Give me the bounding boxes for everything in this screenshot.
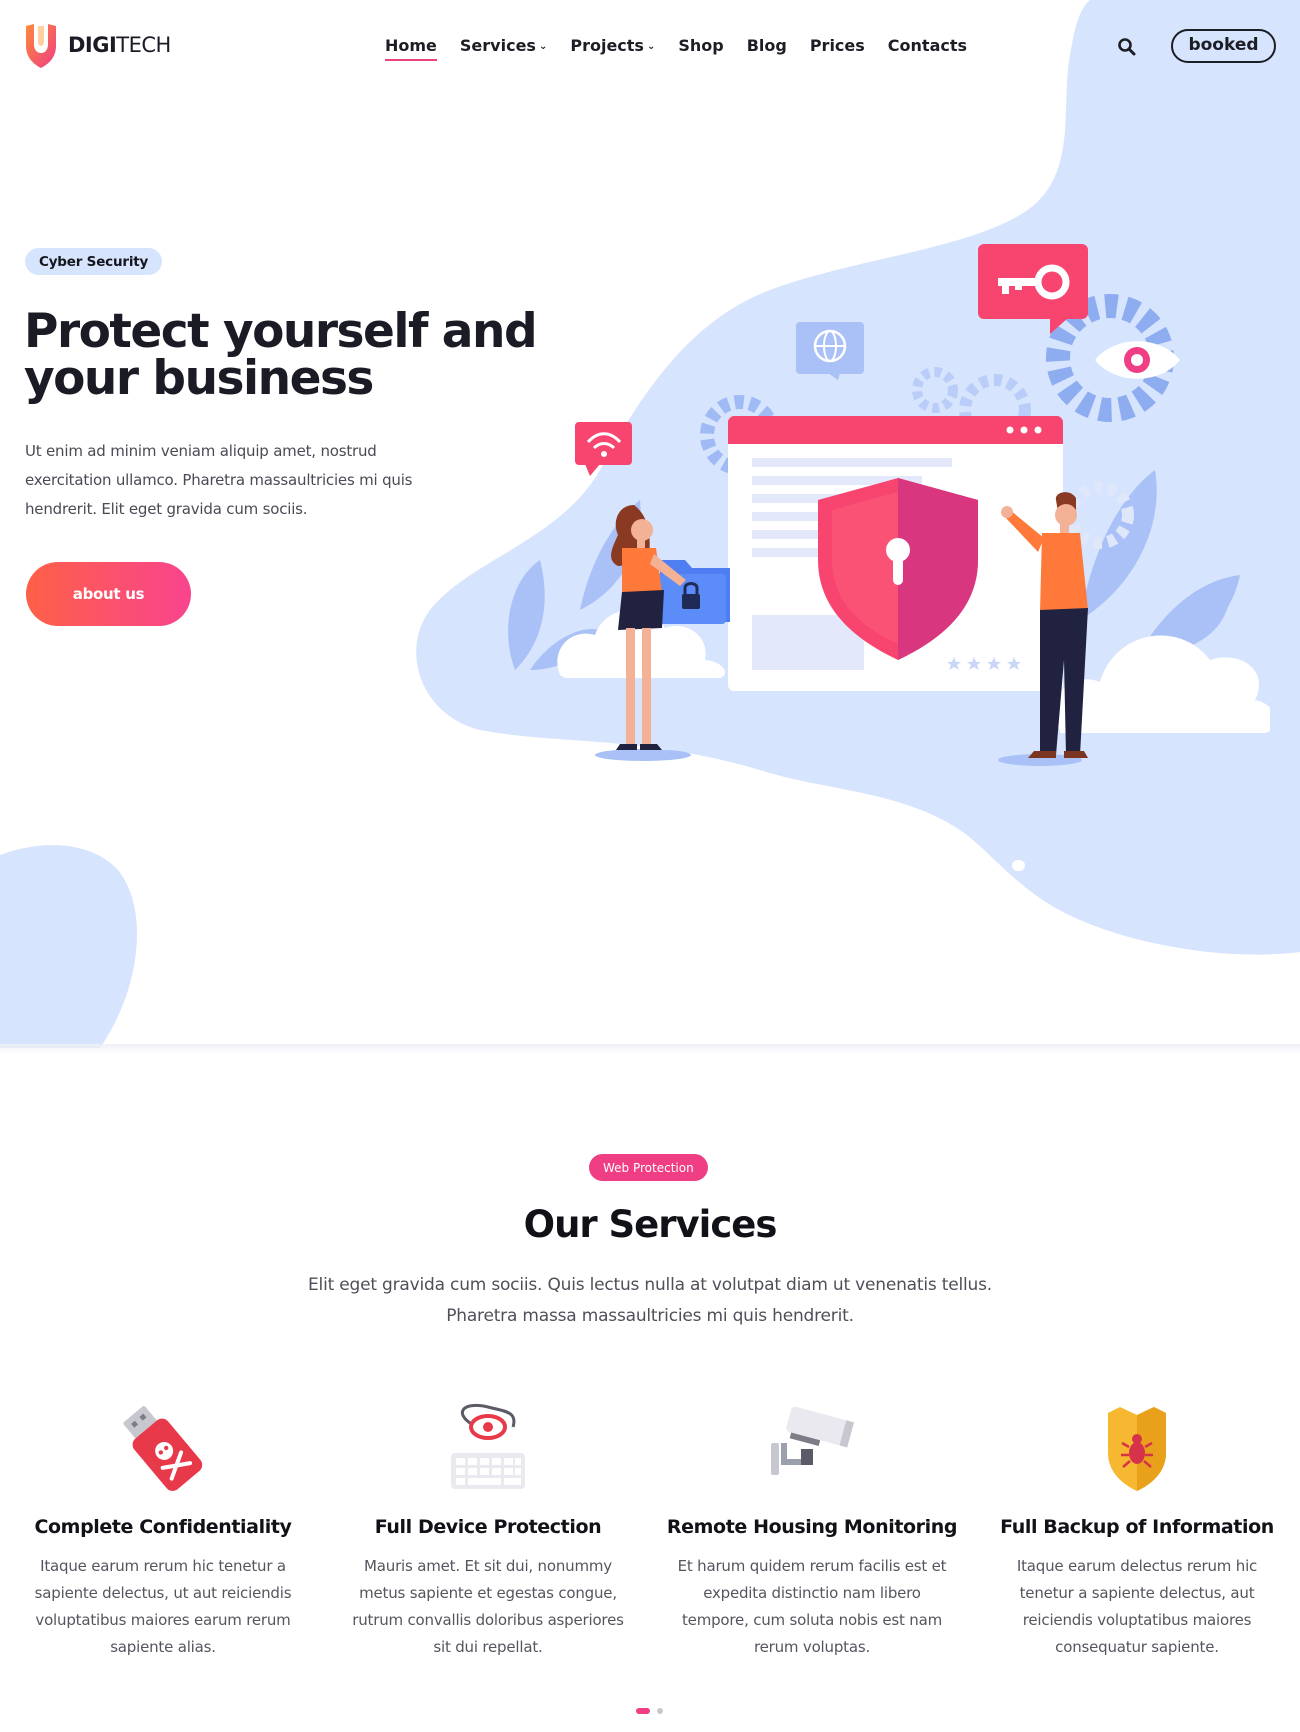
nav-home-label: Home: [385, 36, 437, 55]
hero-section: DIGITECH Home Services ⌄ Projects ⌄ Shop B…: [0, 0, 1300, 1048]
services-intro-line1: Elit eget gravida cum sociis. Quis lectu…: [308, 1275, 992, 1295]
nav-prices-label: Prices: [809, 36, 865, 55]
hero-title-line2: your business: [24, 351, 374, 406]
nav-contacts-label: Contacts: [887, 36, 968, 55]
logo[interactable]: DIGITECH: [24, 22, 171, 68]
nav-projects[interactable]: Projects ⌄: [570, 36, 655, 55]
nav-prices[interactable]: Prices: [810, 36, 865, 55]
service-card-title: Full Backup of Information: [1000, 1516, 1274, 1538]
logo-wordmark: DIGITECH: [68, 33, 171, 57]
services-intro: Elit eget gravida cum sociis. Quis lectu…: [250, 1270, 1050, 1332]
services-section: Web Protection Our Services Elit eget gr…: [0, 1048, 1300, 1732]
main-nav: Home Services ⌄ Projects ⌄ Shop Blog Price…: [385, 36, 990, 61]
chevron-down-icon: ⌄: [538, 41, 548, 52]
service-card-text: Itaque earum rerum hic tenetur a sapient…: [34, 1557, 292, 1656]
nav-services-label: Services: [459, 36, 536, 55]
pager-dot-active[interactable]: [636, 1708, 650, 1714]
services-badge: Web Protection: [589, 1154, 708, 1181]
service-card-text: Mauris amet. Et sit dui, nonummy metus s…: [352, 1557, 624, 1656]
logo-text-bold: DIGI: [68, 33, 117, 57]
cyber-security-illustration: [508, 244, 1270, 766]
service-card-text: Et harum quidem rerum facilis est et exp…: [677, 1557, 947, 1656]
chevron-down-icon: ⌄: [646, 41, 656, 52]
nav-services[interactable]: Services ⌄: [460, 36, 547, 55]
nav-home[interactable]: Home: [385, 36, 437, 61]
pager-dot[interactable]: [657, 1708, 663, 1714]
security-camera-icon: [771, 1406, 854, 1475]
services-cards: Complete Confidentiality Itaque earum re…: [0, 1403, 1300, 1663]
services-title: Our Services: [523, 1203, 778, 1246]
service-card[interactable]: Complete Confidentiality Itaque earum re…: [13, 1403, 313, 1661]
service-card-title: Remote Housing Monitoring: [666, 1516, 958, 1538]
services-pager: [636, 1708, 663, 1714]
logo-text-light: TECH: [116, 33, 171, 57]
usb-virus-icon: [123, 1405, 203, 1491]
hero-slider-dot[interactable]: [1012, 860, 1025, 871]
service-card[interactable]: Remote Housing Monitoring Et harum quide…: [662, 1403, 962, 1661]
service-card[interactable]: Full Device Protection Mauris amet. Et s…: [338, 1403, 638, 1661]
nav-projects-label: Projects: [570, 36, 644, 55]
nav-contacts[interactable]: Contacts: [888, 36, 967, 55]
services-intro-line2: Pharetra massa massaultricies mi quis he…: [446, 1306, 854, 1326]
nav-shop[interactable]: Shop: [678, 36, 723, 55]
service-card-title: Full Device Protection: [374, 1516, 602, 1538]
service-card-text: Itaque earum delectus rerum hic tenetur …: [1016, 1557, 1258, 1656]
booked-button[interactable]: booked: [1171, 29, 1276, 63]
search-icon[interactable]: [1117, 37, 1137, 57]
hero-badge: Cyber Security: [25, 248, 163, 275]
shield-logo-icon: [26, 24, 56, 68]
service-card-title: Complete Confidentiality: [34, 1516, 292, 1538]
nav-blog-label: Blog: [746, 36, 787, 55]
keyboard-eye-icon: [451, 1403, 525, 1489]
globe-bubble-icon: [796, 322, 864, 380]
bug-shield-icon: [1108, 1407, 1166, 1491]
nav-shop-label: Shop: [678, 36, 724, 55]
about-us-button[interactable]: about us: [26, 562, 191, 626]
service-card[interactable]: Full Backup of Information Itaque earum …: [987, 1403, 1287, 1661]
nav-blog[interactable]: Blog: [747, 36, 787, 55]
hero-description: Ut enim ad minim veniam aliquip amet, no…: [25, 442, 413, 518]
wifi-bubble-icon: [575, 422, 632, 476]
eye-icon: [1095, 341, 1180, 379]
